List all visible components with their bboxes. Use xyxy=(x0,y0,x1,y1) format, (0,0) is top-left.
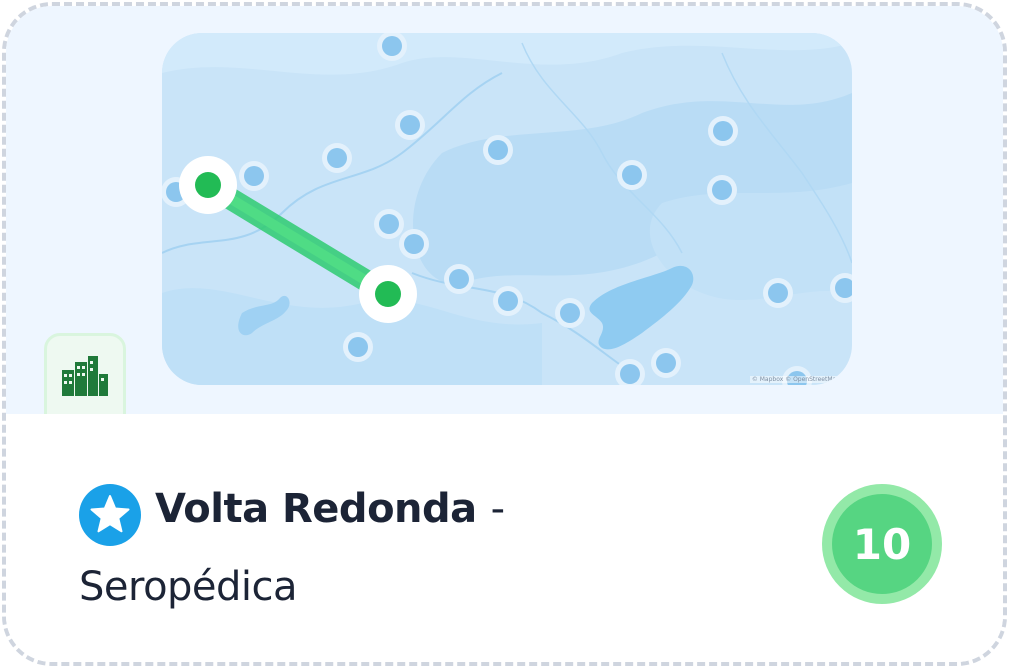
route-separator: - xyxy=(490,486,505,532)
route-map[interactable]: © Mapbox © OpenStreetMap xyxy=(162,33,852,385)
map-canvas xyxy=(162,33,852,385)
score-badge: 10 xyxy=(822,484,942,604)
city-buildings-icon xyxy=(62,356,108,396)
map-area: © Mapbox © OpenStreetMap xyxy=(6,6,1003,433)
favorite-badge[interactable] xyxy=(79,484,141,546)
map-attribution[interactable]: © Mapbox © OpenStreetMap xyxy=(749,376,842,383)
score-value: 10 xyxy=(832,494,932,594)
route-title-origin-line: Volta Redonda - xyxy=(155,486,505,532)
origin-marker[interactable] xyxy=(179,156,237,214)
star-icon xyxy=(79,484,141,546)
route-origin: Volta Redonda xyxy=(155,486,477,532)
route-card[interactable]: © Mapbox © OpenStreetMap Volta Redonda -… xyxy=(2,2,1007,666)
route-info: Volta Redonda - Seropédica 10 xyxy=(6,414,1003,662)
route-destination: Seropédica xyxy=(79,564,298,610)
destination-marker[interactable] xyxy=(359,265,417,323)
